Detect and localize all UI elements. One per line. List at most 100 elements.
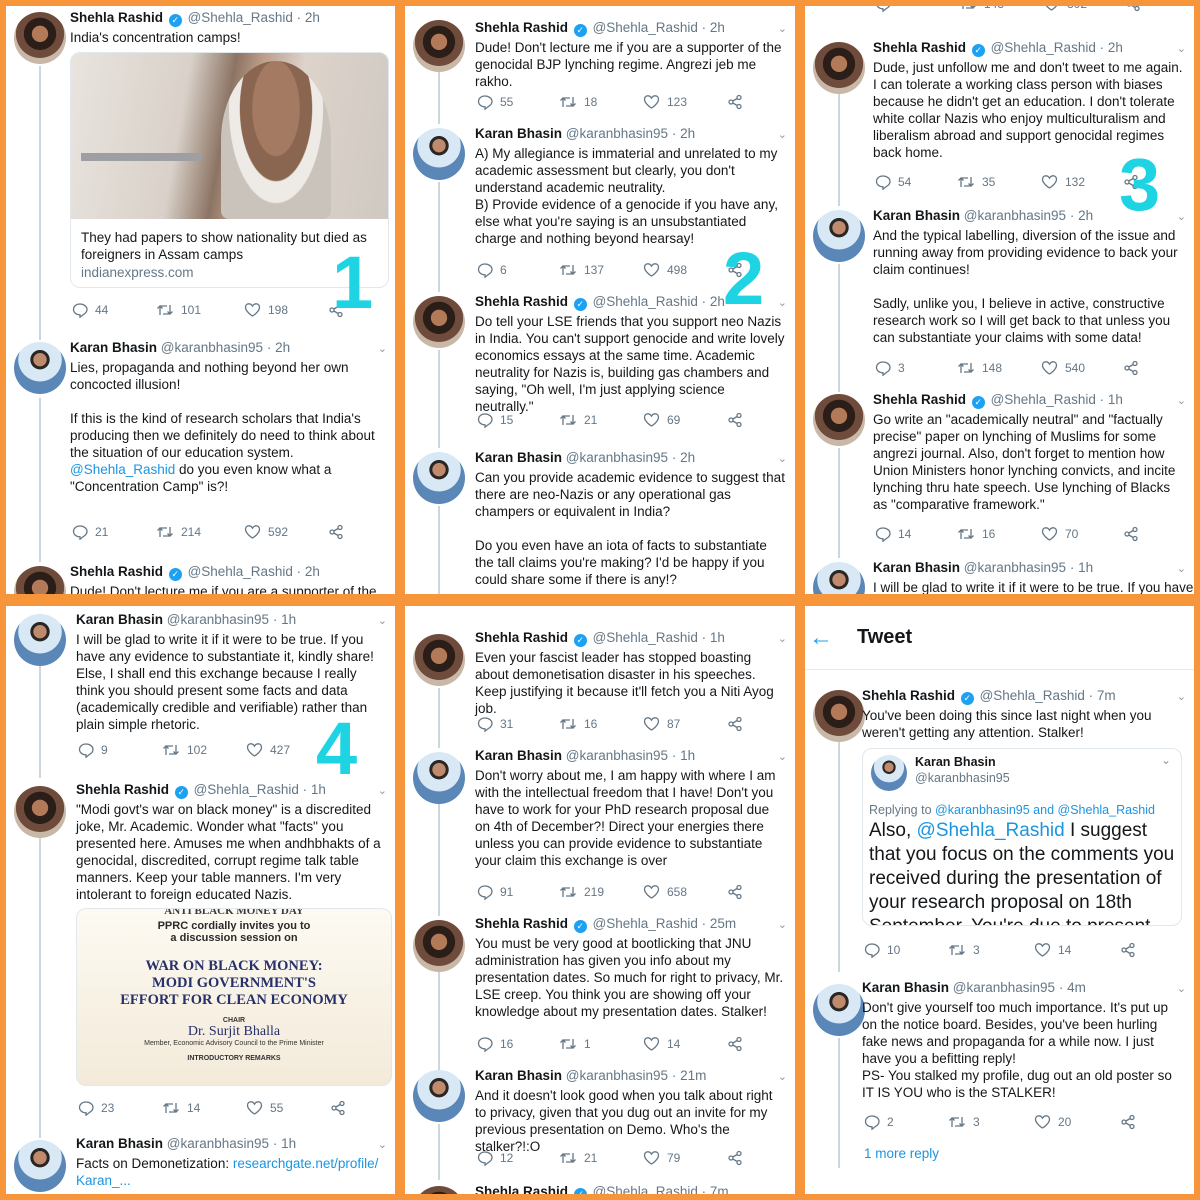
like-button[interactable]: 198 [244,302,288,318]
reply-button[interactable]: 23 [78,1100,114,1117]
reply-button[interactable]: 44 [72,302,108,319]
author-name[interactable]: Shehla Rashid [475,916,568,931]
more-replies-link[interactable]: 1 more reply [864,1146,939,1161]
retweet-button[interactable]: 35 [957,174,995,190]
chevron-down-icon[interactable]: ⌄ [778,296,787,309]
reply-button[interactable]: 16 [477,1036,513,1053]
chevron-down-icon[interactable]: ⌄ [778,128,787,141]
author-name[interactable]: Shehla Rashid [475,630,568,645]
chevron-down-icon[interactable]: ⌄ [778,22,787,35]
like-button[interactable]: 14 [643,1036,680,1052]
reply-button[interactable]: 6 [477,262,507,279]
avatar[interactable] [14,614,66,666]
chevron-down-icon[interactable]: ⌄ [378,614,387,627]
like-button[interactable]: 132 [1041,174,1085,190]
share-button[interactable] [328,524,351,540]
chevron-down-icon[interactable]: ⌄ [1177,42,1186,55]
avatar[interactable] [14,786,66,838]
quoted-tweet[interactable]: Karan Bhasin @karanbhasin95 ⌄ Replying t… [862,748,1182,926]
author-name[interactable]: Shehla Rashid [70,564,163,579]
author-name[interactable]: Shehla Rashid [873,40,966,55]
like-button[interactable]: 498 [643,262,687,278]
chevron-down-icon[interactable]: ⌄ [778,452,787,465]
like-button[interactable]: 87 [643,716,680,732]
reply-button[interactable]: 15 [477,412,513,429]
share-button[interactable] [1125,6,1148,12]
like-button[interactable]: 302 [1043,6,1087,12]
author-name[interactable]: Shehla Rashid [70,10,163,25]
chevron-down-icon[interactable]: ⌄ [378,784,387,797]
avatar[interactable] [813,562,865,594]
chevron-down-icon[interactable]: ⌄ [1177,394,1186,407]
share-button[interactable] [727,1036,750,1052]
reply-button[interactable]: 54 [875,174,911,191]
author-name[interactable]: Shehla Rashid [475,294,568,309]
reply-button[interactable]: 21 [72,524,108,541]
author-name[interactable]: Karan Bhasin [475,450,562,465]
back-arrow-icon[interactable]: ← [809,624,833,652]
author-name[interactable]: Karan Bhasin [76,612,163,627]
author-name[interactable]: Shehla Rashid [862,688,955,703]
like-button[interactable]: 70 [1041,526,1078,542]
reply-button[interactable]: 91 [477,884,513,901]
mention-link[interactable]: @Shehla_Rashid [70,462,175,477]
retweet-button[interactable]: 102 [162,742,207,758]
retweet-button[interactable]: 137 [559,262,604,278]
quoted-author-name[interactable]: Karan Bhasin [915,755,996,769]
retweet-button[interactable]: 214 [156,524,201,540]
avatar[interactable] [813,210,865,262]
avatar[interactable] [14,1140,66,1192]
mention-link[interactable]: @Shehla_Rashid [917,820,1065,841]
share-button[interactable] [1123,526,1146,542]
chevron-down-icon[interactable]: ⌄ [778,918,787,931]
author-name[interactable]: Karan Bhasin [76,1136,163,1151]
avatar[interactable] [413,634,465,686]
share-button[interactable] [727,884,750,900]
like-button[interactable]: 592 [244,524,288,540]
avatar[interactable] [413,752,465,804]
author-name[interactable]: Karan Bhasin [475,126,562,141]
share-button[interactable] [727,412,750,428]
retweet-button[interactable]: 101 [156,302,201,318]
avatar[interactable] [813,394,865,446]
like-button[interactable]: 123 [643,94,687,110]
avatar[interactable] [14,12,66,64]
author-name[interactable]: Shehla Rashid [76,782,169,797]
reply-button[interactable]: 9 [78,742,108,759]
profile-link[interactable]: researchgate.net/profile/ [233,1156,379,1171]
chevron-down-icon[interactable]: ⌄ [778,750,787,763]
retweet-button[interactable]: 21 [559,412,597,428]
retweet-button[interactable]: 18 [559,94,597,110]
like-button[interactable]: 69 [643,412,680,428]
avatar[interactable] [14,342,66,394]
avatar[interactable] [413,1186,465,1194]
reply-button[interactable] [875,6,898,13]
avatar[interactable] [14,566,66,594]
chevron-down-icon[interactable]: ⌄ [1177,210,1186,223]
avatar[interactable] [413,20,465,72]
avatar[interactable] [813,984,865,1036]
avatar[interactable] [413,296,465,348]
reply-button[interactable]: 14 [875,526,911,543]
like-button[interactable]: 540 [1041,360,1085,376]
share-button[interactable] [727,94,750,110]
avatar[interactable] [413,1070,465,1122]
reply-button[interactable]: 31 [477,716,513,733]
avatar[interactable] [813,690,865,742]
like-button[interactable]: 55 [246,1100,283,1116]
like-button[interactable]: 658 [643,884,687,900]
like-button[interactable]: 79 [643,1150,680,1166]
chevron-down-icon[interactable]: ⌄ [1177,982,1186,995]
author-name[interactable]: Karan Bhasin [475,748,562,763]
author-name[interactable]: Karan Bhasin [873,560,960,575]
share-button[interactable] [1123,360,1146,376]
like-button[interactable]: 20 [1034,1114,1071,1130]
author-name[interactable]: Karan Bhasin [862,980,949,995]
reply-button[interactable]: 2 [864,1114,894,1131]
share-button[interactable] [1120,1114,1143,1130]
share-button[interactable] [1120,942,1143,958]
chevron-down-icon[interactable]: ⌄ [378,1138,387,1151]
chevron-down-icon[interactable]: ⌄ [778,632,787,645]
retweet-button[interactable]: 16 [559,716,597,732]
retweet-button[interactable]: 3 [948,942,980,958]
